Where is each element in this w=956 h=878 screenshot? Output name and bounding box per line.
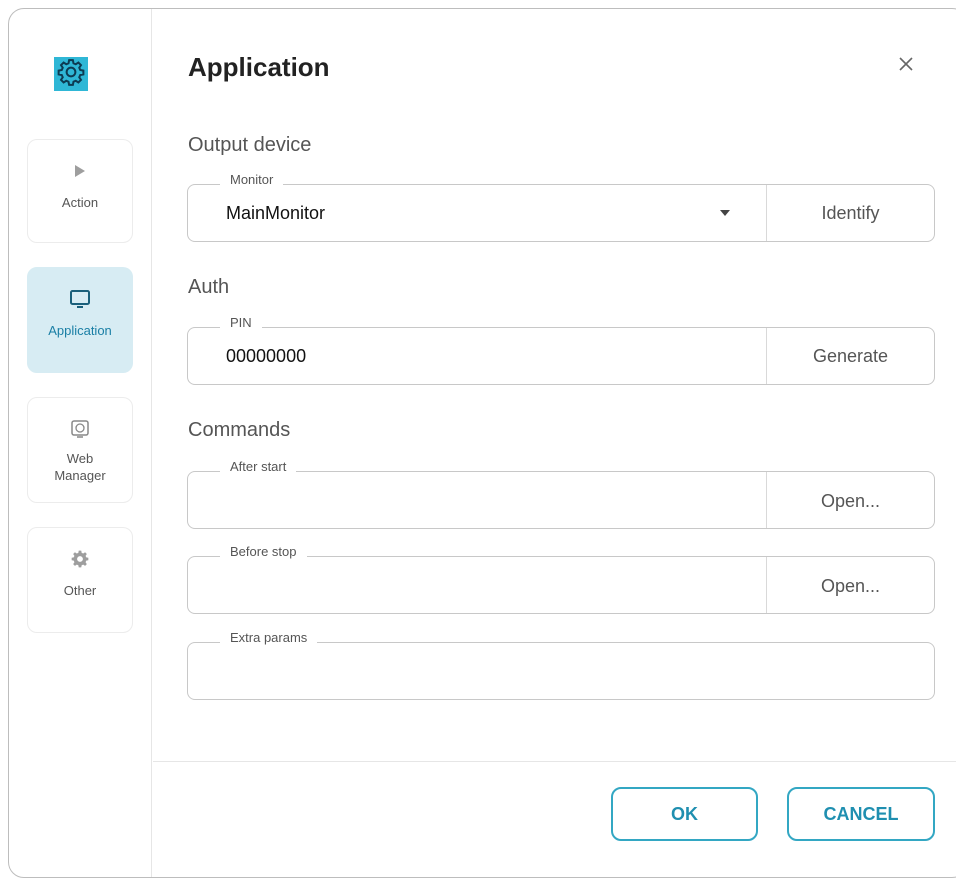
before-stop-input[interactable] bbox=[208, 567, 754, 603]
web-manager-icon bbox=[70, 418, 90, 440]
identify-button[interactable]: Identify bbox=[766, 185, 934, 241]
page-title: Application bbox=[188, 52, 330, 82]
gear-icon bbox=[56, 57, 86, 92]
application-dialog: Action Application Web Manager Other App… bbox=[8, 8, 956, 878]
extra-params-legend: Extra params bbox=[220, 630, 318, 645]
section-output-device: Output device bbox=[188, 134, 312, 156]
close-button[interactable] bbox=[895, 55, 917, 77]
monitor-select[interactable]: Monitor MainMonitor Identify bbox=[187, 172, 935, 242]
before-stop-legend: Before stop bbox=[220, 544, 307, 559]
footer-divider bbox=[153, 761, 956, 762]
cancel-button[interactable]: CANCEL bbox=[787, 787, 935, 841]
sidebar-item-other[interactable]: Other bbox=[27, 527, 133, 633]
play-icon bbox=[74, 160, 86, 182]
pin-value[interactable]: 00000000 bbox=[226, 346, 306, 367]
sidebar-item-label: Other bbox=[63, 583, 97, 598]
sidebar: Action Application Web Manager Other bbox=[9, 9, 152, 877]
sidebar-item-web-manager[interactable]: Web Manager bbox=[27, 397, 133, 503]
monitor-icon bbox=[68, 288, 92, 310]
main-panel: Application Output device Monitor MainMo… bbox=[153, 9, 956, 877]
ok-button[interactable]: OK bbox=[611, 787, 758, 841]
monitor-legend: Monitor bbox=[220, 172, 284, 187]
before-stop-open-button[interactable]: Open... bbox=[766, 557, 934, 613]
pin-field[interactable]: PIN 00000000 Generate bbox=[187, 315, 935, 385]
chevron-down-icon[interactable] bbox=[720, 210, 730, 216]
after-start-open-button[interactable]: Open... bbox=[766, 472, 934, 528]
sidebar-item-label: Application bbox=[48, 323, 112, 338]
sidebar-item-label: Web Manager bbox=[54, 451, 106, 483]
app-logo bbox=[54, 57, 88, 91]
generate-button[interactable]: Generate bbox=[766, 328, 934, 384]
monitor-value: MainMonitor bbox=[226, 203, 326, 223]
extra-params-input[interactable] bbox=[208, 653, 914, 689]
after-start-field[interactable]: After start Open... bbox=[187, 459, 935, 529]
section-commands: Commands bbox=[188, 419, 291, 441]
sidebar-item-label: Action bbox=[61, 195, 99, 210]
pin-legend: PIN bbox=[220, 315, 262, 330]
after-start-input[interactable] bbox=[208, 482, 754, 518]
after-start-legend: After start bbox=[220, 459, 297, 474]
close-icon bbox=[898, 56, 914, 77]
gear-icon bbox=[70, 548, 90, 570]
sidebar-item-action[interactable]: Action bbox=[27, 139, 133, 243]
before-stop-field[interactable]: Before stop Open... bbox=[187, 544, 935, 614]
extra-params-field[interactable]: Extra params bbox=[187, 630, 935, 700]
sidebar-item-application[interactable]: Application bbox=[27, 267, 133, 373]
section-auth: Auth bbox=[188, 276, 230, 298]
